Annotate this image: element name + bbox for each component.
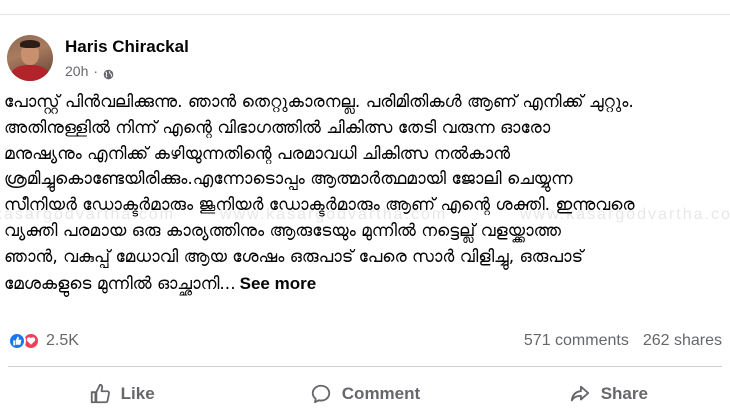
like-reaction-icon [8,332,26,350]
post-meta: Haris Chirackal 20h · [65,36,189,80]
post-body-line: സീനിയർ ഡോക്ടർമാരും ജൂനിയർ ഡോക്ടർമാരും ആണ… [4,195,635,216]
comment-label: Comment [341,384,421,403]
post-body-line: ശ്രമിച്ചുകൊണ്ടേയിരിക്കും.എന്നോടൊപ്പം ആത്… [4,169,573,190]
like-button[interactable]: Like [0,372,243,416]
globe-icon[interactable] [103,66,114,79]
post-body: പോസ്റ്റ് പിൻവലിക്കുന്നു. ഞാൻ തെറ്റുകാരനല… [4,90,726,297]
post-body-line: അതിനുള്ളിൽ നിന്ന് എന്റെ വിഭാഗത്തിൽ ചികിത… [4,117,551,138]
comments-count[interactable]: 571 comments [524,332,629,350]
post-body-line: മനുഷ്യനും എനിക്ക് കഴിയുന്നതിന്റെ പരമാവധി… [4,143,511,164]
post-body-line: വ്യക്തി പരമായ ഒരു കാര്യത്തിനും ആരുടേയും … [4,220,561,241]
comment-icon [311,384,330,404]
shares-count[interactable]: 262 shares [643,332,722,350]
post-body-line: പോസ്റ്റ് പിൻവലിക്കുന്നു. ഞാൻ തെറ്റുകാരനല… [4,92,634,112]
engagement-counts: 571 comments 262 shares [524,332,722,350]
reactions-summary[interactable]: 2.5K [8,332,79,350]
avatar-shirt [11,65,49,81]
share-label: Share [600,384,648,403]
post-body-line: ഞാൻ, വകുപ്പ് മേധാവി ആയ ശേഷം ഒരുപാട് പേരെ… [4,246,584,267]
share-icon [570,385,589,402]
top-divider [0,14,730,15]
like-label: Like [120,384,155,403]
post-body-last-line: മേശകളുടെ മുന്നിൽ ഓച്ഛാനി... See more [4,271,726,298]
avatar[interactable] [7,35,53,81]
reactions-count: 2.5K [46,332,79,349]
separator-dot: · [93,63,99,79]
avatar-hair [20,40,40,48]
post-stats: 2.5K 571 comments 262 shares [0,326,730,356]
post-timestamp[interactable]: 20h [65,62,88,80]
comment-button[interactable]: Comment [243,372,486,416]
actions-divider [8,366,722,367]
see-more-link[interactable]: See more [240,274,317,293]
post-subline: 20h · [65,62,189,80]
thumbs-up-icon [90,383,110,404]
post-actions: Like Comment Share [0,372,730,416]
share-button[interactable]: Share [487,372,730,416]
author-name[interactable]: Haris Chirackal [65,36,189,58]
post-header: Haris Chirackal 20h · [7,30,189,86]
post-body-line: മേശകളുടെ മുന്നിൽ ഓച്ഛാനി... [4,273,236,294]
